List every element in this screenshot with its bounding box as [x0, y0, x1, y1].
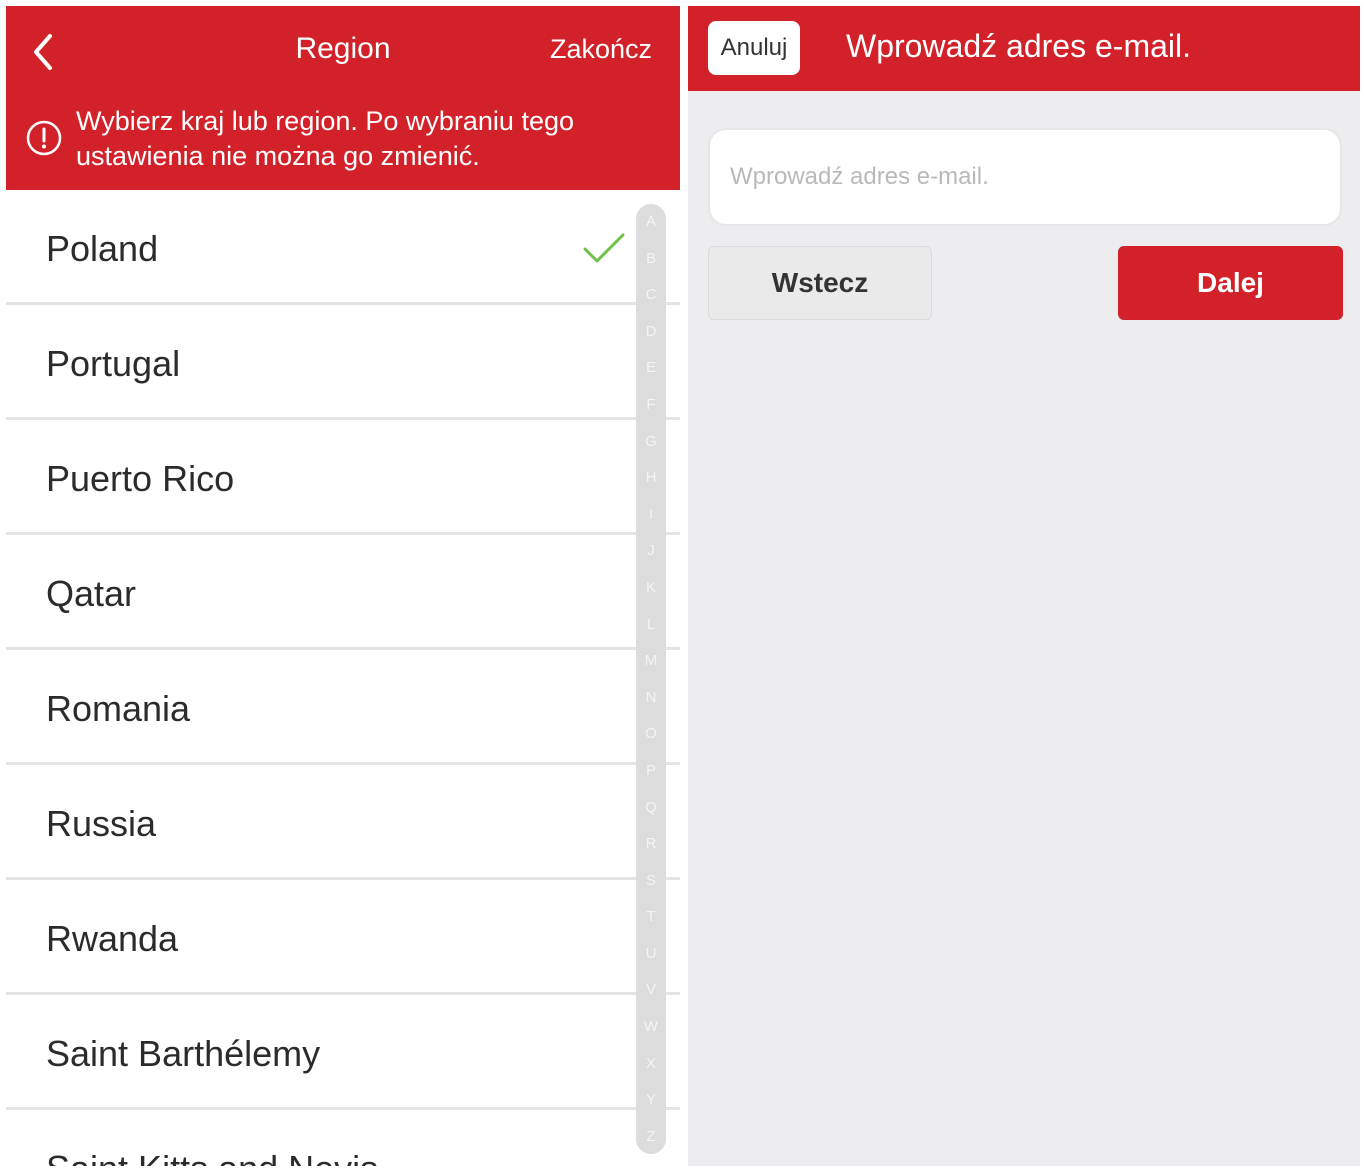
region-screen: Region Zakończ Wybierz kraj lub region. …: [6, 6, 680, 1166]
warning-icon: [26, 120, 62, 156]
country-row[interactable]: Qatar: [6, 535, 680, 650]
index-letter[interactable]: B: [636, 241, 666, 278]
country-name: Puerto Rico: [46, 458, 235, 499]
country-name: Rwanda: [46, 918, 179, 959]
cancel-button[interactable]: Anuluj: [708, 21, 800, 75]
index-letter[interactable]: X: [636, 1046, 666, 1083]
index-letter[interactable]: J: [636, 533, 666, 570]
index-letter[interactable]: H: [636, 460, 666, 497]
index-letter[interactable]: R: [636, 826, 666, 863]
index-letter[interactable]: D: [636, 314, 666, 351]
index-letter[interactable]: M: [636, 643, 666, 680]
index-letter[interactable]: O: [636, 716, 666, 753]
country-name: Russia: [46, 803, 157, 844]
checkmark-icon: [583, 233, 625, 263]
index-letter[interactable]: C: [636, 277, 666, 314]
country-row[interactable]: Poland: [6, 190, 680, 305]
finish-button[interactable]: Zakończ: [550, 34, 652, 65]
country-name: Saint Barthélemy: [46, 1033, 321, 1074]
index-letter[interactable]: E: [636, 350, 666, 387]
country-name: Romania: [46, 688, 191, 729]
country-row[interactable]: Romania: [6, 650, 680, 765]
index-letter[interactable]: Z: [636, 1119, 666, 1156]
index-letter[interactable]: Q: [636, 790, 666, 827]
country-row[interactable]: Rwanda: [6, 880, 680, 995]
country-name: Portugal: [46, 343, 181, 384]
index-letter[interactable]: U: [636, 936, 666, 973]
country-row[interactable]: Saint Barthélemy: [6, 995, 680, 1110]
country-name: Qatar: [46, 573, 137, 614]
index-letter[interactable]: S: [636, 863, 666, 900]
index-letter[interactable]: V: [636, 972, 666, 1009]
index-letter[interactable]: K: [636, 570, 666, 607]
email-field[interactable]: [708, 128, 1342, 226]
index-letter[interactable]: P: [636, 753, 666, 790]
back-button[interactable]: Wstecz: [708, 246, 932, 320]
next-button[interactable]: Dalej: [1118, 246, 1343, 320]
email-screen: Anuluj Wprowadź adres e-mail. Wstecz Dal…: [688, 6, 1360, 1166]
index-letter[interactable]: G: [636, 424, 666, 461]
index-letter[interactable]: N: [636, 680, 666, 717]
index-letter[interactable]: L: [636, 607, 666, 644]
index-letter[interactable]: A: [636, 204, 666, 241]
index-letter[interactable]: Y: [636, 1082, 666, 1119]
country-name: Poland: [46, 228, 159, 269]
page-title: Wprowadź adres e-mail.: [846, 28, 1191, 64]
country-row[interactable]: Russia: [6, 765, 680, 880]
country-row[interactable]: Portugal: [6, 305, 680, 420]
country-row[interactable]: Puerto Rico: [6, 420, 680, 535]
index-letter[interactable]: F: [636, 387, 666, 424]
region-header: Region Zakończ Wybierz kraj lub region. …: [6, 6, 680, 190]
index-letter[interactable]: I: [636, 497, 666, 534]
index-letter[interactable]: T: [636, 899, 666, 936]
index-letter[interactable]: W: [636, 1009, 666, 1046]
country-name: Saint Kitts and Nevis: [46, 1148, 378, 1166]
alphabet-index[interactable]: ABCDEFGHIJKLMNOPQRSTUVWXYZ: [636, 204, 666, 1154]
email-header: Anuluj Wprowadź adres e-mail.: [688, 6, 1360, 91]
notice-text: Wybierz kraj lub region. Po wybraniu teg…: [76, 106, 574, 171]
country-row[interactable]: Saint Kitts and Nevis: [6, 1110, 680, 1166]
country-list: Poland Portugal Puerto Rico Qatar Romania Rus…: [6, 190, 680, 1166]
